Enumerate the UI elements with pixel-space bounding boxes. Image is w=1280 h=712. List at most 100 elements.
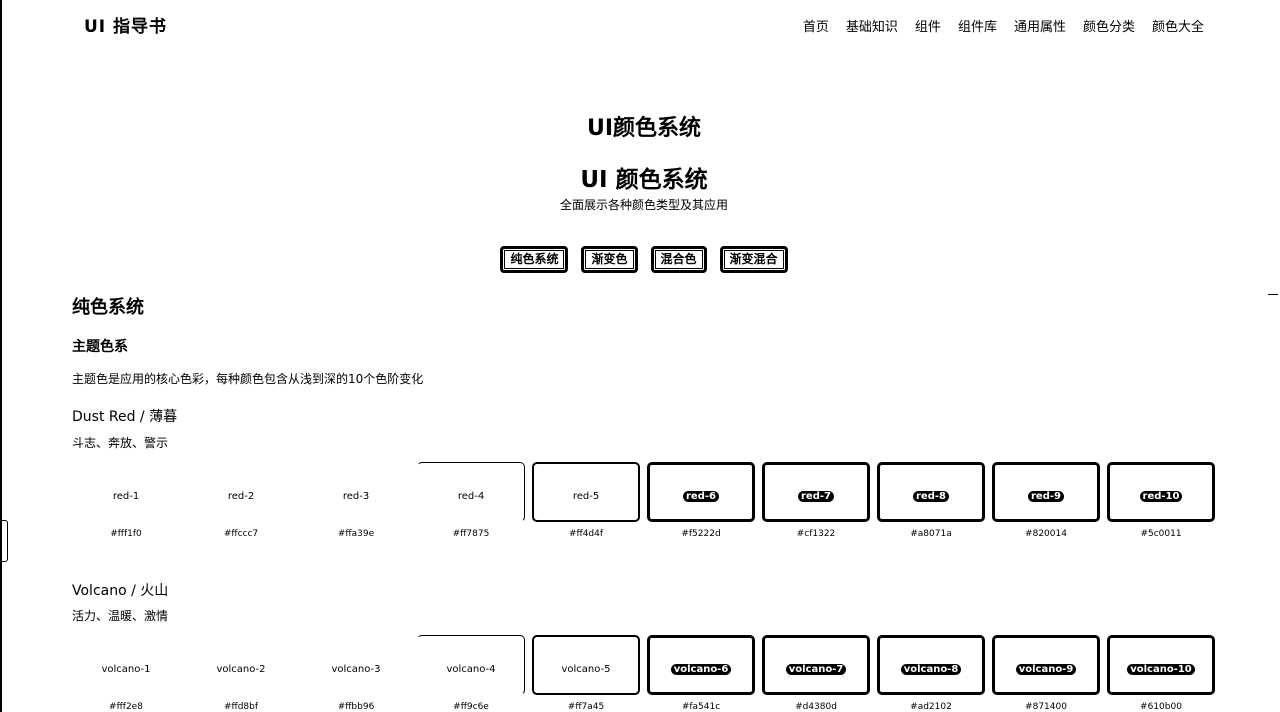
swatch-label: red-3 (342, 490, 370, 502)
swatch-hex-code: #d4380d (795, 702, 837, 712)
color-swatch[interactable]: volcano-1 (72, 635, 180, 695)
swatch-hex-code: #ff7875 (452, 529, 490, 539)
swatch-cell[interactable]: volcano-1 #fff2e8 (72, 635, 180, 712)
color-swatch[interactable]: red-2 (187, 462, 295, 522)
swatch-cell[interactable]: red-4 #ff7875 (417, 462, 525, 542)
tab-solid-colors[interactable]: 纯色系统 (500, 246, 569, 273)
swatch-hex-code: #cf1322 (796, 529, 836, 539)
color-swatch[interactable]: volcano-9 (992, 635, 1100, 695)
color-swatch[interactable]: volcano-10 (1107, 635, 1215, 695)
page: UI 指导书 首页 基础知识 组件 组件库 通用属性 颜色分类 颜色大全 UI颜… (0, 0, 1280, 712)
swatch-hex-code: #5c0011 (1140, 529, 1182, 539)
swatch-cell[interactable]: volcano-4 #ff9c6e (417, 635, 525, 712)
tab-gradient[interactable]: 渐变色 (581, 246, 638, 273)
color-swatch[interactable]: red-6 (647, 462, 755, 522)
color-swatch[interactable]: red-7 (762, 462, 870, 522)
swatch-label: volcano-10 (1127, 663, 1195, 675)
swatch-label: red-2 (227, 490, 255, 502)
swatch-cell[interactable]: volcano-5 #ff7a45 (532, 635, 640, 712)
swatch-hex-code: #fff2e8 (109, 702, 143, 712)
swatch-label: volcano-8 (900, 663, 962, 675)
color-swatch[interactable]: volcano-6 (647, 635, 755, 695)
nav-item-components[interactable]: 组件 (915, 16, 941, 35)
color-family-description: 斗志、奔放、警示 (72, 436, 169, 450)
swatch-hex-code: #ff4d4f (568, 529, 604, 539)
nav-item-home[interactable]: 首页 (803, 16, 829, 35)
nav-item-common-properties[interactable]: 通用属性 (1014, 16, 1066, 35)
section-title: 纯色系统 (72, 297, 144, 318)
swatch-label: red-6 (683, 490, 719, 502)
nav-item-color-encyclopedia[interactable]: 颜色大全 (1152, 16, 1204, 35)
swatch-label: volcano-3 (331, 663, 381, 675)
tab-mixed[interactable]: 混合色 (650, 246, 707, 273)
top-bar: UI 指导书 首页 基础知识 组件 组件库 通用属性 颜色分类 颜色大全 (2, 0, 1280, 50)
main-nav: 首页 基础知识 组件 组件库 通用属性 颜色分类 颜色大全 (803, 16, 1204, 35)
color-swatch[interactable]: red-10 (1107, 462, 1215, 522)
color-swatch[interactable]: volcano-2 (187, 635, 295, 695)
swatch-hex-code: #f5222d (681, 529, 721, 539)
swatch-cell[interactable]: volcano-8 #ad2102 (877, 635, 985, 712)
swatch-cell[interactable]: red-1 #fff1f0 (72, 462, 180, 542)
subsection-title: 主题色系 (72, 339, 128, 355)
site-logo[interactable]: UI 指导书 (84, 12, 167, 37)
nav-item-basics[interactable]: 基础知识 (846, 16, 898, 35)
swatch-row-red: red-1 #fff1f0 red-2 #ffccc7 red-3 #ffa39e red-… (72, 462, 1216, 542)
swatch-cell[interactable]: red-8 #a8071a (877, 462, 985, 542)
color-swatch[interactable]: red-4 (417, 462, 525, 522)
swatch-cell[interactable]: volcano-9 #871400 (992, 635, 1100, 712)
swatch-cell[interactable]: volcano-2 #ffd8bf (187, 635, 295, 712)
swatch-label: red-8 (913, 490, 949, 502)
color-swatch[interactable]: red-8 (877, 462, 985, 522)
tab-gradient-mixed[interactable]: 渐变混合 (719, 246, 788, 273)
swatch-label: red-10 (1139, 490, 1183, 502)
swatch-label: volcano-9 (1015, 663, 1077, 675)
color-swatch[interactable]: volcano-3 (302, 635, 410, 695)
swatch-label: red-9 (1028, 490, 1064, 502)
swatch-hex-code: #871400 (1025, 702, 1067, 712)
swatch-label: red-1 (112, 490, 140, 502)
right-edge-marker (1268, 294, 1278, 307)
swatch-cell[interactable]: red-5 #ff4d4f (532, 462, 640, 542)
swatch-label: red-7 (798, 490, 834, 502)
swatch-hex-code: #ff9c6e (453, 702, 489, 712)
swatch-cell[interactable]: red-10 #5c0011 (1107, 462, 1215, 542)
swatch-cell[interactable]: red-9 #820014 (992, 462, 1100, 542)
color-swatch[interactable]: volcano-4 (417, 635, 525, 695)
swatch-cell[interactable]: red-3 #ffa39e (302, 462, 410, 542)
color-swatch[interactable]: red-9 (992, 462, 1100, 522)
swatch-hex-code: #ff7a45 (567, 702, 605, 712)
subsection-description: 主题色是应用的核心色彩，每种颜色包含从浅到深的10个色阶变化 (72, 372, 424, 386)
color-swatch[interactable]: red-1 (72, 462, 180, 522)
nav-item-component-library[interactable]: 组件库 (958, 16, 997, 35)
hero-subtitle: 全面展示各种颜色类型及其应用 (559, 198, 728, 212)
color-swatch[interactable]: red-3 (302, 462, 410, 522)
color-swatch[interactable]: red-5 (532, 462, 640, 522)
swatch-hex-code: #ffd8bf (223, 702, 259, 712)
swatch-label: volcano-2 (216, 663, 266, 675)
left-scroll-handle[interactable] (2, 520, 8, 562)
swatch-hex-code: #ffa39e (337, 529, 375, 539)
swatch-hex-code: #fff1f0 (110, 529, 142, 539)
page-title: UI颜色系统 (586, 116, 702, 141)
swatch-label: volcano-7 (785, 663, 847, 675)
swatch-hex-code: #ffbb96 (337, 702, 375, 712)
swatch-label: red-4 (457, 490, 485, 502)
swatch-cell[interactable]: red-2 #ffccc7 (187, 462, 295, 542)
swatch-cell[interactable]: volcano-3 #ffbb96 (302, 635, 410, 712)
swatch-cell[interactable]: volcano-6 #fa541c (647, 635, 755, 712)
color-swatch[interactable]: volcano-7 (762, 635, 870, 695)
swatch-cell[interactable]: volcano-10 #610b00 (1107, 635, 1215, 712)
swatch-cell[interactable]: red-7 #cf1322 (762, 462, 870, 542)
color-type-tabs: 纯色系统 渐变色 混合色 渐变混合 (2, 246, 1280, 273)
swatch-label: volcano-1 (101, 663, 151, 675)
color-swatch[interactable]: volcano-5 (532, 635, 640, 695)
swatch-cell[interactable]: volcano-7 #d4380d (762, 635, 870, 712)
color-swatch[interactable]: volcano-8 (877, 635, 985, 695)
color-family-description: 活力、温暖、激情 (72, 609, 169, 623)
swatch-hex-code: #fa541c (681, 702, 721, 712)
swatch-hex-code: #a8071a (910, 529, 952, 539)
swatch-label: volcano-5 (561, 663, 611, 675)
swatch-cell[interactable]: red-6 #f5222d (647, 462, 755, 542)
swatch-hex-code: #820014 (1025, 529, 1067, 539)
nav-item-color-categories[interactable]: 颜色分类 (1083, 16, 1135, 35)
